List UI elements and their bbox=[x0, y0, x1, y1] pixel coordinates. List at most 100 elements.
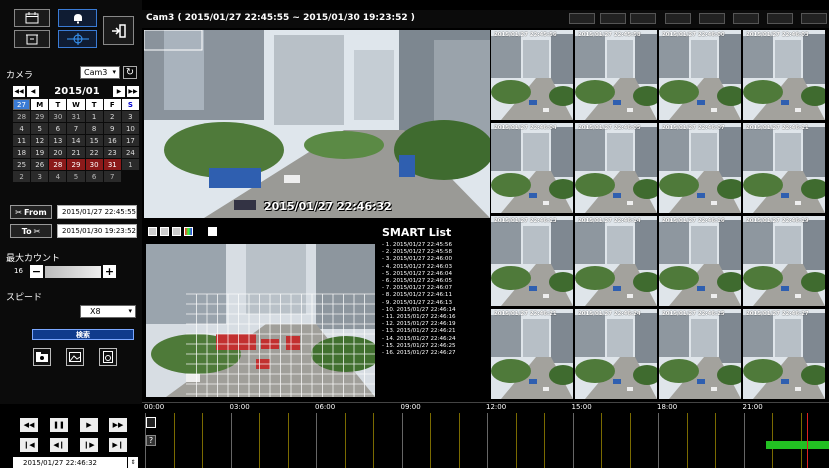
thumbnail[interactable]: 2015/01/27 22:46:25 bbox=[659, 309, 741, 399]
calendar-day[interactable]: 18 bbox=[13, 147, 31, 158]
calendar-day[interactable]: 30 bbox=[49, 111, 67, 122]
help-button[interactable]: ? bbox=[146, 435, 156, 446]
calendar-day[interactable]: 2 bbox=[13, 171, 31, 182]
calendar-day[interactable]: 23 bbox=[103, 147, 121, 158]
calendar-day[interactable]: 22 bbox=[85, 147, 103, 158]
calendar-day[interactable]: 26 bbox=[31, 159, 49, 170]
calendar-day[interactable]: 31 bbox=[103, 159, 121, 170]
last-frame-button[interactable]: ▶❙ bbox=[109, 438, 127, 452]
calendar-day[interactable]: 4 bbox=[49, 171, 67, 182]
motion-area-video[interactable] bbox=[146, 244, 375, 397]
grid-icon[interactable] bbox=[148, 226, 157, 236]
calendar-day[interactable]: 13 bbox=[49, 135, 67, 146]
smart-list-item[interactable]: - 11. 2015/01/27 22:46:16 bbox=[382, 314, 487, 321]
thumbnail[interactable]: 2015/01/27 22:46:04 bbox=[491, 123, 573, 213]
layout-button-6[interactable] bbox=[733, 13, 759, 24]
calendar-day[interactable]: 31 bbox=[67, 111, 85, 122]
next-frame-button[interactable]: ❙▶ bbox=[80, 438, 98, 452]
calendar-day[interactable]: 9 bbox=[103, 123, 121, 134]
calendar-day[interactable]: 7 bbox=[103, 171, 121, 182]
camera-select[interactable]: Cam3 ▾ bbox=[80, 66, 120, 79]
square-icon[interactable] bbox=[160, 226, 169, 236]
layout-button-8[interactable] bbox=[801, 13, 827, 24]
calendar-day[interactable]: 24 bbox=[121, 147, 139, 158]
calendar-day[interactable]: 17 bbox=[121, 135, 139, 146]
timeline[interactable]: ? 00:00 03:00 06:00 09:00 12:00 15:00 18:00 21:… bbox=[142, 402, 829, 468]
save-icon[interactable] bbox=[208, 226, 217, 236]
thumbnail[interactable]: 2015/01/27 22:46:14 bbox=[575, 216, 657, 306]
calendar-day[interactable]: 10 bbox=[121, 123, 139, 134]
calendar-day[interactable]: 15 bbox=[85, 135, 103, 146]
calendar-day[interactable]: 6 bbox=[85, 171, 103, 182]
from-field[interactable]: 2015/01/27 22:45:55 bbox=[57, 205, 137, 219]
next-month-button[interactable]: ▶ bbox=[113, 85, 125, 97]
calendar-day[interactable]: 29 bbox=[67, 159, 85, 170]
thumbnail[interactable]: 2015/01/27 22:46:07 bbox=[659, 123, 741, 213]
smart-list-item[interactable]: - 4. 2015/01/27 22:46:03 bbox=[382, 264, 487, 271]
thumbnail[interactable]: 2015/01/27 22:45:58 bbox=[575, 30, 657, 120]
increase-button[interactable]: + bbox=[103, 265, 116, 278]
calendar-day[interactable]: 30 bbox=[85, 159, 103, 170]
layout-button-3[interactable] bbox=[630, 13, 656, 24]
refresh-icon[interactable]: ↻ bbox=[123, 66, 137, 79]
thumbnail[interactable]: 2015/01/27 22:46:11 bbox=[743, 123, 825, 213]
calendar-day[interactable]: 20 bbox=[49, 147, 67, 158]
calendar-day[interactable]: 25 bbox=[13, 159, 31, 170]
smart-list-item[interactable]: - 13. 2015/01/27 22:46:21 bbox=[382, 328, 487, 335]
calendar-day[interactable]: 1 bbox=[121, 159, 139, 170]
layout-button-4[interactable] bbox=[665, 13, 691, 24]
calendar-day[interactable]: 6 bbox=[49, 123, 67, 134]
thumbnail[interactable]: 2015/01/27 22:46:03 bbox=[743, 30, 825, 120]
calendar-day[interactable]: 16 bbox=[103, 135, 121, 146]
calendar-day[interactable]: 14 bbox=[67, 135, 85, 146]
prev-frame-button[interactable]: ◀❙ bbox=[50, 438, 68, 452]
search-button[interactable]: 検索 bbox=[32, 329, 134, 340]
smart-list-item[interactable]: - 2. 2015/01/27 22:45:58 bbox=[382, 249, 487, 256]
thumbnail[interactable]: 2015/01/27 22:46:24 bbox=[575, 309, 657, 399]
thumbnail[interactable]: 2015/01/27 22:46:27 bbox=[743, 309, 825, 399]
layout-button-1[interactable] bbox=[569, 13, 595, 24]
pause-button[interactable]: ❚❚ bbox=[50, 418, 68, 432]
calendar-day[interactable]: 7 bbox=[67, 123, 85, 134]
exit-button[interactable] bbox=[103, 16, 134, 45]
from-button[interactable]: ✂ From bbox=[10, 205, 52, 219]
time-stepper[interactable]: ⇕ bbox=[128, 457, 138, 468]
to-field[interactable]: 2015/01/30 19:23:52 bbox=[57, 224, 137, 238]
smart-list-item[interactable]: - 8. 2015/01/27 22:46:11 bbox=[382, 292, 487, 299]
smart-list-item[interactable]: - 6. 2015/01/27 22:46:05 bbox=[382, 278, 487, 285]
timeline-bookmark-icon[interactable] bbox=[146, 417, 156, 428]
thumbnail[interactable]: 2015/01/27 22:46:13 bbox=[491, 216, 573, 306]
calendar-day[interactable]: 21 bbox=[67, 147, 85, 158]
layout-button-2[interactable] bbox=[600, 13, 626, 24]
speed-select[interactable]: X8 ▾ bbox=[80, 305, 136, 318]
smart-list-item[interactable]: - 3. 2015/01/27 22:46:00 bbox=[382, 256, 487, 263]
thumbnail[interactable]: 2015/01/27 22:46:05 bbox=[575, 123, 657, 213]
smart-list-item[interactable]: - 5. 2015/01/27 22:46:04 bbox=[382, 271, 487, 278]
archive-button[interactable] bbox=[14, 30, 50, 48]
to-button[interactable]: To ✂ bbox=[10, 224, 52, 238]
color-icon[interactable] bbox=[184, 226, 193, 236]
calendar-day[interactable]: 5 bbox=[31, 123, 49, 134]
calendar-day[interactable]: 1 bbox=[85, 111, 103, 122]
export-image-button[interactable] bbox=[66, 348, 84, 366]
smart-list-item[interactable]: - 10. 2015/01/27 22:46:14 bbox=[382, 307, 487, 314]
ptz-button[interactable] bbox=[58, 30, 97, 48]
fast-forward-button[interactable]: ▶▶ bbox=[109, 418, 127, 432]
smart-list-item[interactable]: - 16. 2015/01/27 22:46:27 bbox=[382, 350, 487, 357]
prev-year-button[interactable]: ◀◀ bbox=[13, 85, 25, 97]
main-video[interactable]: 2015/01/27 22:46:32 bbox=[144, 30, 490, 218]
smart-list-item[interactable]: - 14. 2015/01/27 22:46:24 bbox=[382, 336, 487, 343]
calendar-day[interactable]: 3 bbox=[31, 171, 49, 182]
first-frame-button[interactable]: ❙◀ bbox=[20, 438, 38, 452]
max-count-slider[interactable] bbox=[45, 265, 101, 278]
smart-list-item[interactable]: - 12. 2015/01/27 22:46:19 bbox=[382, 321, 487, 328]
calendar-search-button[interactable] bbox=[14, 9, 50, 27]
calendar-day[interactable]: 29 bbox=[31, 111, 49, 122]
next-year-button[interactable]: ▶▶ bbox=[127, 85, 139, 97]
thumbnail[interactable]: 2015/01/27 22:46:16 bbox=[659, 216, 741, 306]
calendar-day[interactable]: 3 bbox=[121, 111, 139, 122]
thumbnail[interactable]: 2015/01/27 22:46:00 bbox=[659, 30, 741, 120]
prev-month-button[interactable]: ◀ bbox=[27, 85, 39, 97]
decrease-button[interactable]: − bbox=[30, 265, 43, 278]
calendar-day[interactable]: 4 bbox=[13, 123, 31, 134]
